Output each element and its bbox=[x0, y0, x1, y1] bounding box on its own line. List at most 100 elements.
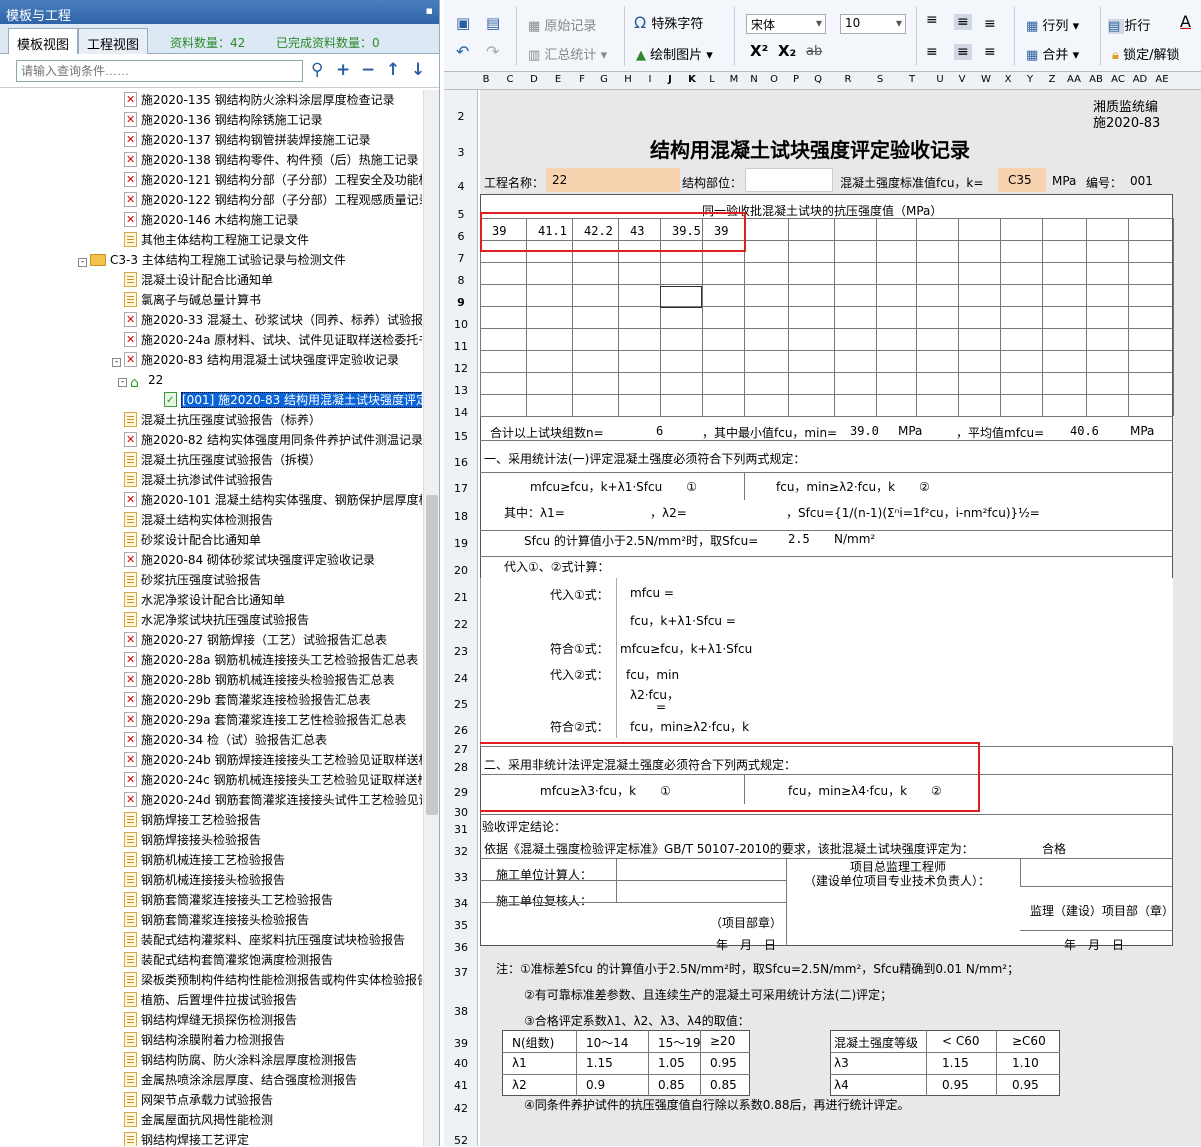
column-label[interactable]: AC bbox=[1108, 74, 1128, 85]
tree-item[interactable]: 施2020-122 钢结构分部（子分部）工程观感质量记录 bbox=[124, 190, 422, 210]
tree-item[interactable]: 砂浆设计配合比通知单 bbox=[124, 530, 261, 550]
pin-icon[interactable]: ▪ bbox=[426, 4, 433, 17]
lock-button[interactable]: 🔒︎ 锁定/解锁 bbox=[1112, 44, 1179, 63]
row-label[interactable]: 42 bbox=[444, 1102, 478, 1115]
row-label[interactable]: 25 bbox=[444, 698, 478, 711]
scrollbar-thumb[interactable] bbox=[426, 495, 438, 815]
row-label[interactable]: 38 bbox=[444, 1005, 478, 1018]
row-label[interactable]: 16 bbox=[444, 456, 478, 469]
tree-item[interactable]: 混凝土抗压强度试验报告（标养） bbox=[124, 410, 321, 430]
collapse-icon[interactable]: - bbox=[78, 258, 87, 267]
column-label[interactable]: AE bbox=[1152, 74, 1172, 85]
tree-item[interactable]: 钢筋套筒灌浆连接接头工艺检验报告 bbox=[124, 890, 333, 910]
column-label[interactable]: U bbox=[930, 74, 950, 85]
column-label[interactable]: Q bbox=[808, 74, 828, 85]
strikethrough-button[interactable]: ab bbox=[806, 44, 822, 59]
row-label[interactable]: 15 bbox=[444, 430, 478, 443]
save-icon[interactable]: ▣ bbox=[456, 14, 470, 32]
row-label[interactable]: 7 bbox=[444, 252, 478, 265]
tree-item[interactable]: 施2020-24d 钢筋套筒灌浆连接接头试件工艺检验见证 bbox=[124, 790, 422, 810]
row-label[interactable]: 14 bbox=[444, 406, 478, 419]
form-sheet[interactable]: 湘质监统编 施2020-83 结构用混凝土试块强度评定验收记录 工程名称： 22 结构部位… bbox=[480, 90, 1201, 1146]
remove-icon[interactable]: − bbox=[361, 60, 375, 80]
tree-item[interactable]: 网架节点承载力试验报告 bbox=[124, 1090, 273, 1110]
align-top-icon[interactable]: ≡ bbox=[926, 12, 938, 28]
row-label[interactable]: 24 bbox=[444, 672, 478, 685]
column-label[interactable]: O bbox=[764, 74, 784, 85]
move-up-icon[interactable]: ↑ bbox=[386, 60, 400, 80]
tree-item[interactable]: 施2020-121 钢结构分部（子分部）工程安全及功能检 bbox=[124, 170, 422, 190]
row-label[interactable]: 30 bbox=[444, 806, 478, 819]
tree-item[interactable]: 施2020-82 结构实体强度用同条件养护试件测温记录 bbox=[124, 430, 422, 450]
row-label[interactable]: 23 bbox=[444, 645, 478, 658]
tree-item[interactable]: 混凝土抗压强度试验报告（拆模） bbox=[124, 450, 321, 470]
column-label[interactable]: R bbox=[838, 74, 858, 85]
tree-item[interactable]: 施2020-136 钢结构除锈施工记录 bbox=[124, 110, 323, 130]
column-label[interactable]: C bbox=[500, 74, 520, 85]
raw-record-button[interactable]: ▦ 原始记录 bbox=[528, 15, 596, 34]
tree-item[interactable]: 钢结构涂膜附着力检测报告 bbox=[124, 1030, 285, 1050]
column-label[interactable]: G bbox=[594, 74, 614, 85]
superscript-button[interactable]: X² bbox=[750, 42, 768, 60]
conclusion-result[interactable]: 合格 bbox=[1042, 840, 1066, 857]
tree-item[interactable]: 水泥净浆设计配合比通知单 bbox=[124, 590, 285, 610]
font-size-select[interactable]: 10 bbox=[840, 14, 906, 34]
row-label[interactable]: 9 bbox=[444, 296, 478, 309]
column-label[interactable]: X bbox=[998, 74, 1018, 85]
row-label[interactable]: 6 bbox=[444, 230, 478, 243]
column-label[interactable]: L bbox=[702, 74, 722, 85]
row-label[interactable]: 5 bbox=[444, 208, 478, 221]
tree-item[interactable]: 金属热喷涂涂层厚度、结合强度检测报告 bbox=[124, 1070, 357, 1090]
row-label[interactable]: 33 bbox=[444, 871, 478, 884]
tree-item[interactable]: 装配式结构套筒灌浆饱满度检测报告 bbox=[124, 950, 333, 970]
tab-project-view[interactable]: 工程视图 bbox=[78, 28, 149, 54]
tree-item[interactable]: 钢筋机械连接接头检验报告 bbox=[124, 870, 285, 890]
column-label[interactable]: B bbox=[476, 74, 496, 85]
tree-item[interactable]: 施2020-28b 钢筋机械连接接头检验报告汇总表 bbox=[124, 670, 395, 690]
tree-item[interactable]: 钢结构防腐、防火涂料涂层厚度检测报告 bbox=[124, 1050, 357, 1070]
grade-value[interactable]: C35 bbox=[998, 168, 1046, 192]
collapse-icon[interactable]: - bbox=[118, 378, 127, 387]
row-label[interactable]: 10 bbox=[444, 318, 478, 331]
align-left-icon[interactable]: ≡ bbox=[926, 44, 938, 60]
column-label[interactable]: Y bbox=[1020, 74, 1040, 85]
tree-scrollbar[interactable] bbox=[423, 90, 439, 1146]
column-label[interactable]: F bbox=[572, 74, 592, 85]
active-cell[interactable] bbox=[660, 286, 702, 308]
column-label[interactable]: M bbox=[724, 74, 744, 85]
row-label[interactable]: 52 bbox=[444, 1134, 478, 1147]
tree-item[interactable]: 砂浆抗压强度试验报告 bbox=[124, 570, 261, 590]
row-label[interactable]: 35 bbox=[444, 919, 478, 932]
column-label[interactable]: H bbox=[618, 74, 638, 85]
redo-icon[interactable]: ↷ bbox=[486, 42, 499, 61]
search-input[interactable] bbox=[16, 60, 303, 82]
tree-item[interactable]: 其他主体结构工程施工记录文件 bbox=[124, 230, 309, 250]
column-label[interactable]: AA bbox=[1064, 74, 1084, 85]
row-label[interactable]: 21 bbox=[444, 591, 478, 604]
tree-item[interactable]: 钢筋焊接接头检验报告 bbox=[124, 830, 261, 850]
tree-item[interactable]: 施2020-33 混凝土、砂浆试块（同养、标养）试验报告 bbox=[124, 310, 422, 330]
column-label[interactable]: N bbox=[744, 74, 764, 85]
column-label[interactable]: J bbox=[660, 74, 680, 85]
tree-item[interactable]: 施2020-101 混凝土结构实体强度、钢筋保护层厚度检 bbox=[124, 490, 422, 510]
tree-item[interactable]: 氯离子与碱总量计算书 bbox=[124, 290, 261, 310]
row-label[interactable]: 2 bbox=[444, 110, 478, 123]
row-label[interactable]: 20 bbox=[444, 564, 478, 577]
row-label[interactable]: 29 bbox=[444, 786, 478, 799]
row-label[interactable]: 37 bbox=[444, 966, 478, 979]
rows-cols-button[interactable]: ▦ 行列 ▾ bbox=[1026, 15, 1079, 34]
column-label[interactable]: S bbox=[870, 74, 890, 85]
font-family-select[interactable]: 宋体 bbox=[746, 14, 826, 34]
tree-item[interactable]: 施2020-24c 钢筋机械连接接头工艺检验见证取样送检 bbox=[124, 770, 422, 790]
row-label[interactable]: 12 bbox=[444, 362, 478, 375]
row-label[interactable]: 32 bbox=[444, 845, 478, 858]
collapse-icon[interactable]: - bbox=[112, 358, 121, 367]
align-center-icon[interactable]: ≡ bbox=[954, 44, 972, 60]
tree-item[interactable]: 水泥净浆试块抗压强度试验报告 bbox=[124, 610, 309, 630]
tree-item[interactable]: 施2020-135 钢结构防火涂料涂层厚度检查记录 bbox=[124, 90, 395, 110]
column-label[interactable]: W bbox=[976, 74, 996, 85]
tree-item[interactable]: [001] 施2020-83 结构用混凝土试块强度评定 bbox=[164, 390, 422, 411]
row-label[interactable]: 13 bbox=[444, 384, 478, 397]
no-value[interactable]: 001 bbox=[1130, 174, 1153, 188]
row-label[interactable]: 39 bbox=[444, 1037, 478, 1050]
